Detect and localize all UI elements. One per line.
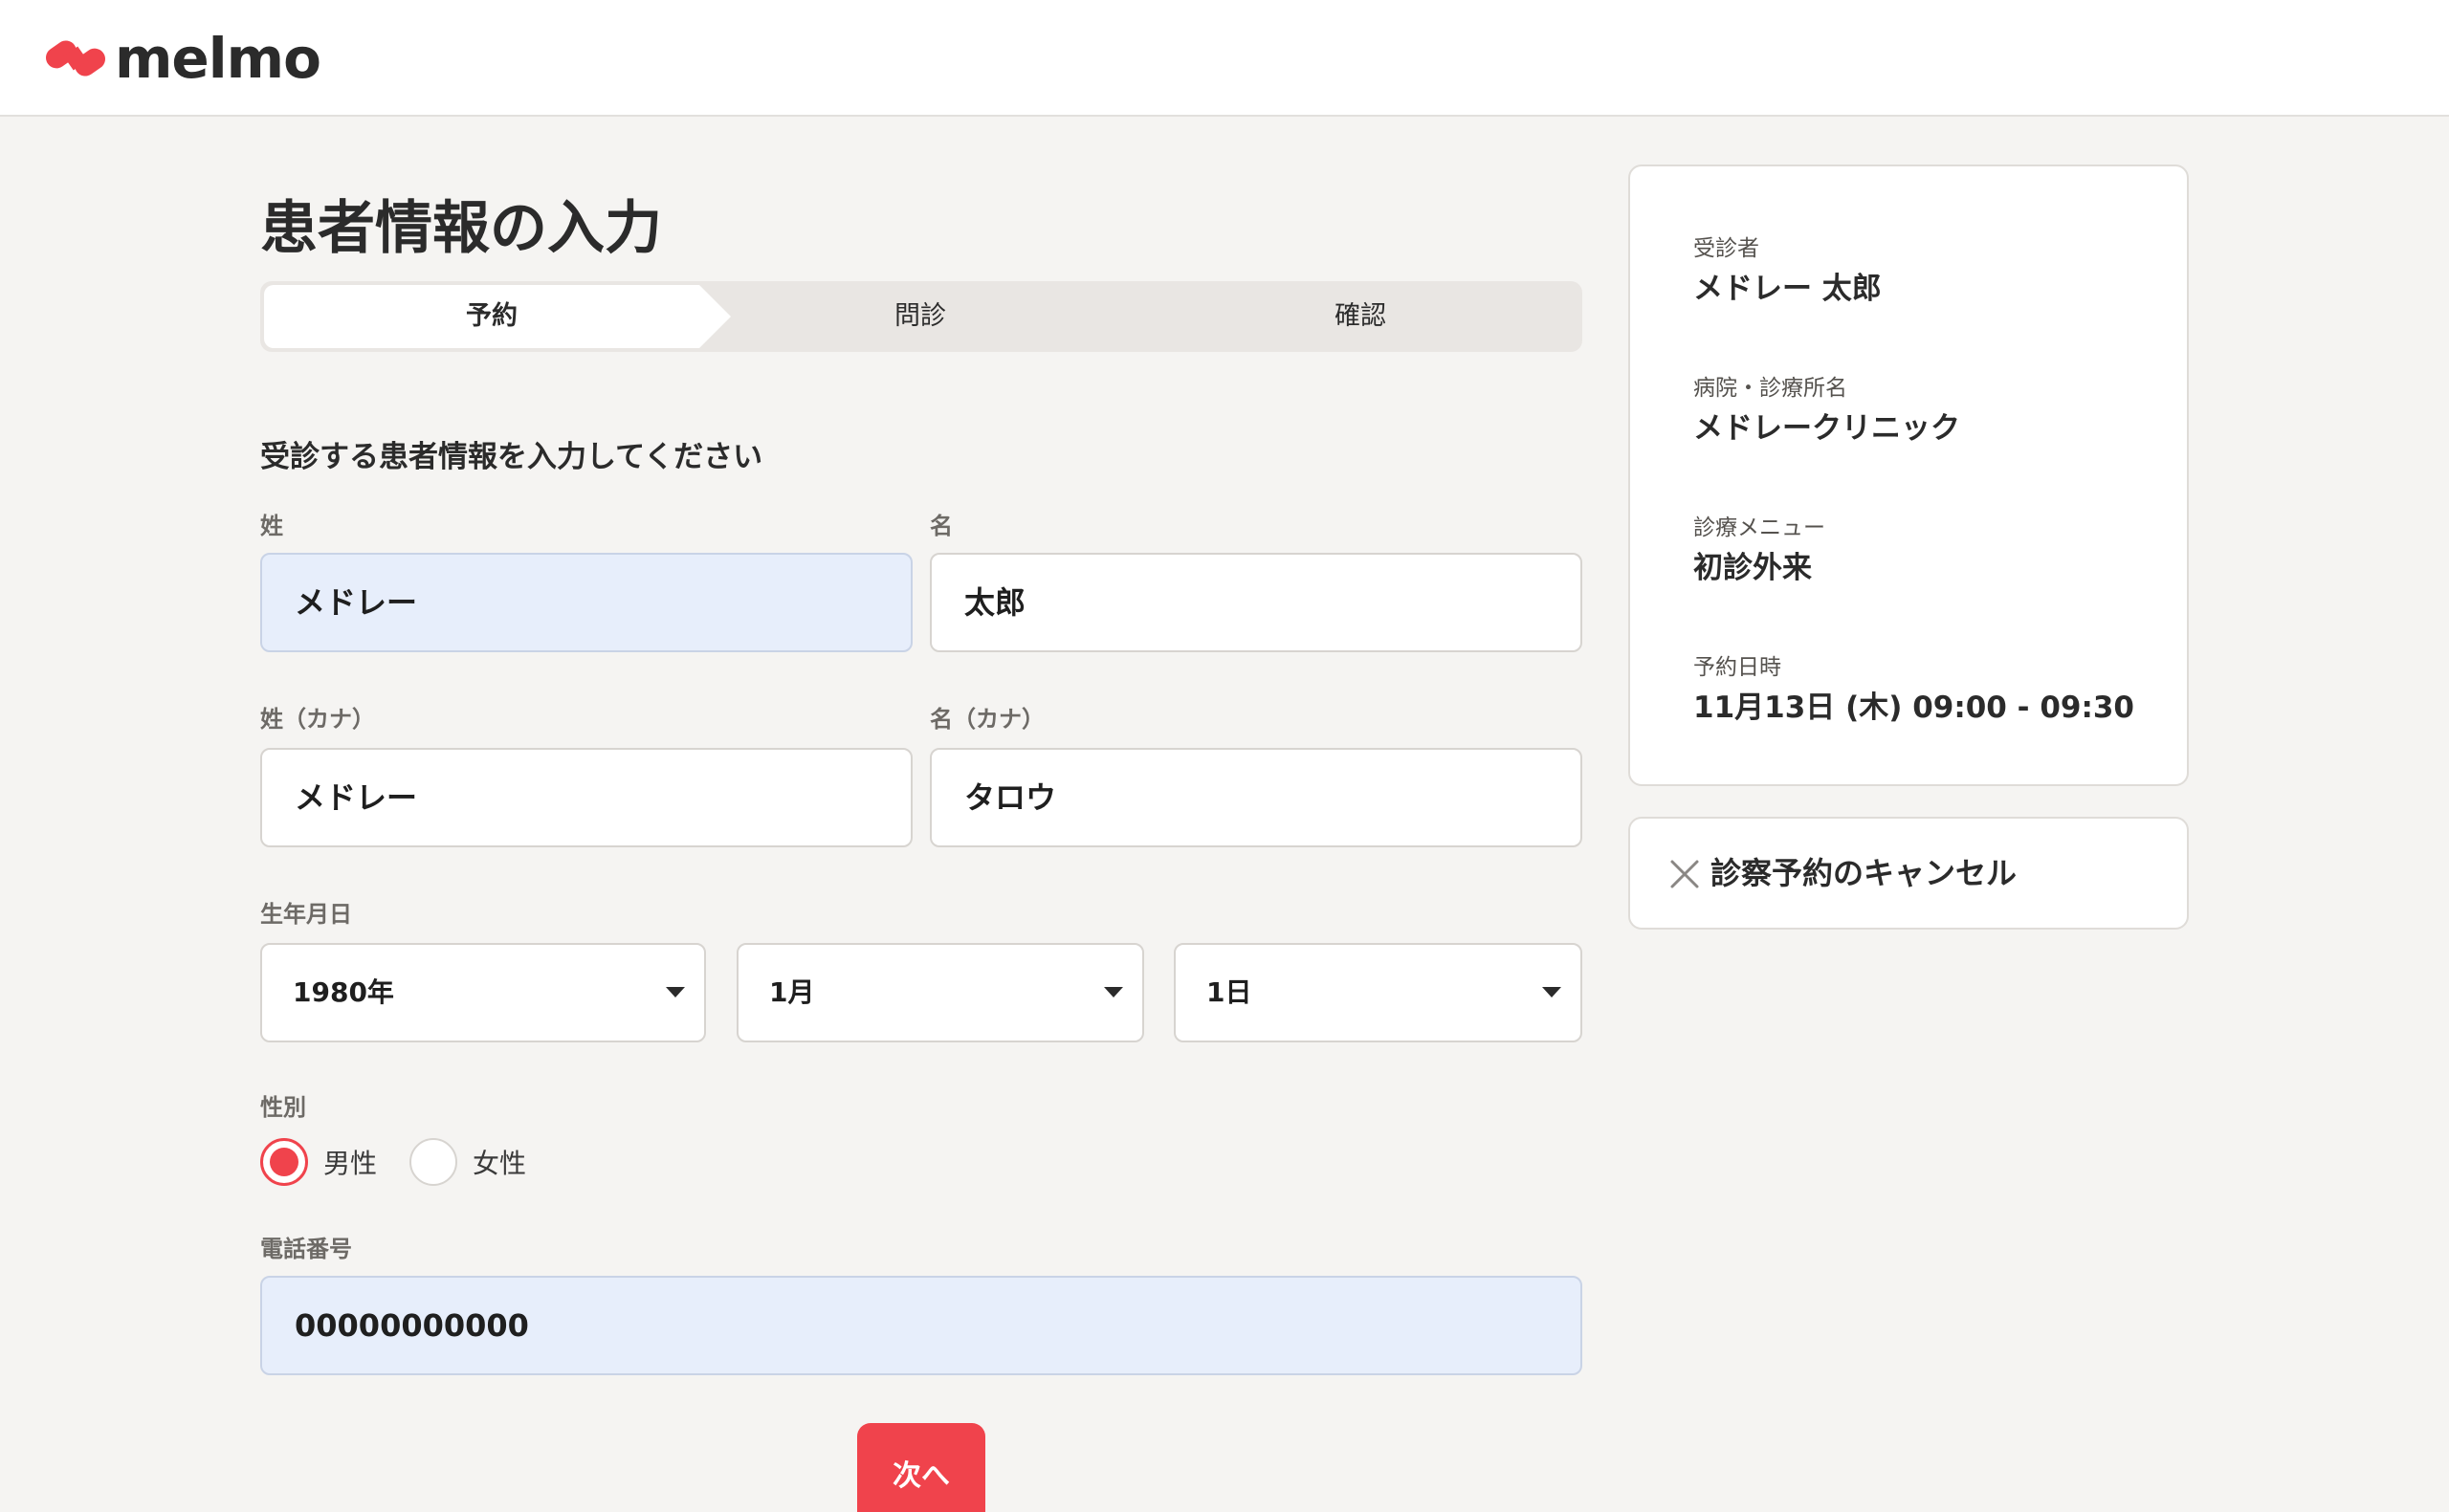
app-header: melmo [0, 0, 2449, 117]
melmo-logo[interactable]: melmo [44, 25, 321, 92]
birthdate-label: 生年月日 [260, 901, 352, 928]
gender-male-label[interactable]: 男性 [323, 1143, 377, 1181]
cancel-reservation-button[interactable]: 診察予約のキャンセル [1628, 817, 2189, 930]
gender-female-label[interactable]: 女性 [473, 1143, 526, 1181]
step-questionnaire: 問診 [894, 301, 946, 331]
birth-day-select[interactable]: 1日 [1174, 943, 1582, 1042]
birth-day-value: 1日 [1206, 976, 1252, 1008]
cancel-label: 診察予約のキャンセル [1710, 855, 2018, 891]
birth-month-value: 1月 [769, 976, 815, 1008]
gender-radio-group: 男性 女性 [260, 1136, 559, 1188]
clinic-value: メドレークリニック [1693, 411, 1960, 446]
datetime-label: 予約日時 [1693, 655, 1781, 680]
datetime-value: 11月13日 (木) 09:00 - 09:30 [1693, 690, 2135, 725]
reservation-summary-card: 受診者 メドレー 太郎 病院・診療所名 メドレークリニック 診療メニュー 初診外… [1628, 164, 2189, 786]
gender-label: 性別 [260, 1094, 306, 1121]
gender-male-radio[interactable] [260, 1138, 308, 1186]
chevron-down-icon [666, 987, 685, 997]
first-name-kana-input[interactable]: タロウ [930, 748, 1582, 847]
birth-year-select[interactable]: 1980年 [260, 943, 706, 1042]
next-button[interactable]: 次へ [857, 1423, 985, 1512]
chevron-down-icon [1542, 987, 1561, 997]
first-name-kana-label: 名（カナ） [930, 706, 1045, 733]
close-icon [1670, 860, 1699, 888]
last-name-kana-input[interactable]: メドレー [260, 748, 913, 847]
menu-label: 診療メニュー [1693, 515, 1825, 540]
step-reservation: 予約 [466, 301, 518, 331]
phone-input[interactable]: 00000000000 [260, 1276, 1582, 1375]
birth-month-select[interactable]: 1月 [737, 943, 1144, 1042]
last-name-input[interactable]: メドレー [260, 553, 913, 652]
last-name-label: 姓 [260, 513, 283, 539]
menu-value: 初診外来 [1693, 551, 1812, 585]
chevron-down-icon [1104, 987, 1123, 997]
progress-stepper: 予約 問診 確認 [260, 281, 1582, 352]
melmo-logo-icon [46, 40, 105, 77]
patient-label: 受診者 [1693, 236, 1759, 261]
clinic-label: 病院・診療所名 [1693, 376, 1847, 401]
section-title: 受診する患者情報を入力してください [260, 440, 763, 474]
phone-label: 電話番号 [260, 1236, 352, 1262]
patient-value: メドレー 太郎 [1693, 272, 1882, 306]
logo-text: melmo [115, 26, 321, 91]
page-title: 患者情報の入力 [260, 195, 662, 262]
gender-female-radio[interactable] [409, 1138, 458, 1186]
step-confirm: 確認 [1335, 301, 1386, 331]
first-name-label: 名 [930, 513, 953, 539]
last-name-kana-label: 姓（カナ） [260, 706, 375, 733]
birth-year-value: 1980年 [293, 976, 394, 1008]
first-name-input[interactable]: 太郎 [930, 553, 1582, 652]
